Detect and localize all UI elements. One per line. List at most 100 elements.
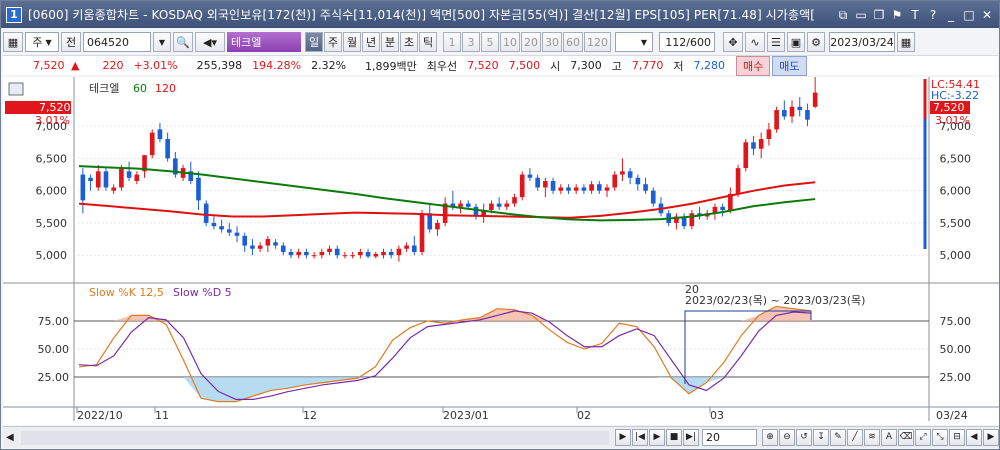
tab-period-month[interactable]: 월 bbox=[343, 32, 361, 52]
scroll-days-input[interactable]: 20 bbox=[701, 429, 757, 446]
chart-area[interactable]: 7,000 7,000 6,500 6,500 6,000 6,000 5,500 5,500… bbox=[3, 77, 999, 425]
custom-period-select[interactable]: ▼ bbox=[615, 32, 653, 52]
stock-name-badge: 테크엘 bbox=[227, 32, 301, 52]
stop-icon[interactable]: ■ bbox=[665, 429, 682, 446]
tab-period-year[interactable]: 년 bbox=[362, 32, 380, 52]
play-icon[interactable]: ▶ bbox=[648, 429, 665, 446]
stoch-tick-left: 75.00 bbox=[38, 315, 70, 328]
link-icon[interactable]: ⧉ bbox=[835, 7, 851, 23]
tab-period-minute[interactable]: 분 bbox=[381, 32, 399, 52]
draw-tool-icon[interactable]: ✎ bbox=[829, 429, 846, 446]
candle-body bbox=[103, 171, 109, 188]
count-value: 112/600 bbox=[665, 35, 711, 49]
candle-body bbox=[234, 232, 240, 236]
maximize-icon[interactable]: □ bbox=[961, 7, 977, 23]
tab-period-tick[interactable]: 틱 bbox=[419, 32, 437, 52]
close-icon[interactable]: ✕ bbox=[979, 7, 995, 23]
volume-icon[interactable]: ◀▾ bbox=[195, 32, 225, 52]
title-bar[interactable]: 1 [0600] 키움종합차트 - KOSDAQ 외국인보유[172(천)] 주… bbox=[1, 1, 999, 28]
minute-option-5[interactable]: 5 bbox=[481, 32, 499, 52]
crosshair-icon[interactable]: ✥ bbox=[723, 32, 743, 52]
text-tool-icon[interactable]: A bbox=[880, 429, 897, 446]
erase-icon[interactable]: ⌫ bbox=[897, 429, 914, 446]
scroll-left-end-icon[interactable]: ◀ bbox=[965, 429, 982, 446]
ask-price: 7,520 bbox=[467, 59, 499, 72]
text-icon[interactable]: T bbox=[907, 7, 923, 23]
zoom-in-icon[interactable]: ⊕ bbox=[761, 429, 778, 446]
candle-body bbox=[111, 187, 116, 191]
collapse-icon[interactable]: ⤡ bbox=[931, 429, 948, 446]
minimize-icon[interactable]: _ bbox=[943, 7, 959, 23]
reset-view-icon[interactable]: ↺ bbox=[795, 429, 812, 446]
calendar-icon[interactable]: ▦ bbox=[897, 32, 915, 52]
minimize-to-bar-icon[interactable]: ▭ bbox=[853, 7, 869, 23]
candle-body bbox=[165, 139, 170, 159]
x-axis-label: 2023/01 bbox=[443, 409, 489, 422]
scroll-right-icon[interactable]: ▶ bbox=[614, 429, 631, 446]
prev-button[interactable]: 전 bbox=[61, 32, 81, 52]
split-view-icon[interactable]: ⊟ bbox=[948, 429, 965, 446]
candle-body bbox=[489, 203, 494, 211]
candle-body bbox=[365, 251, 371, 257]
search-icon[interactable]: 🔍 bbox=[173, 32, 193, 52]
tab-period-second[interactable]: 초 bbox=[400, 32, 418, 52]
go-first-icon[interactable]: |◀ bbox=[631, 429, 648, 446]
sell-button[interactable]: 매도 bbox=[772, 55, 807, 76]
candle-body bbox=[566, 187, 571, 191]
code-dropdown-icon[interactable]: ▼ bbox=[153, 32, 171, 52]
fibonacci-icon[interactable]: ≋ bbox=[863, 429, 880, 446]
pin-icon[interactable]: ⚑ bbox=[889, 7, 905, 23]
minute-option-120[interactable]: 120 bbox=[584, 32, 611, 52]
candle-body bbox=[435, 222, 440, 230]
stoch-tick-right: 50.00 bbox=[940, 343, 972, 356]
candle-body bbox=[88, 177, 93, 181]
indicator-icon[interactable]: ∿ bbox=[745, 32, 765, 52]
list-icon[interactable]: ☰ bbox=[767, 32, 785, 52]
scroll-bar: ◀ ▶ |◀ ▶ ■ ▶| 20 ⊕ ⊖ ↺ ↧ ✎ ╱ ≋ A ⌫ ⤢ ⤡ ⊟… bbox=[3, 426, 999, 448]
legend-ma60: 60 bbox=[133, 82, 147, 95]
minute-option-1[interactable]: 1 bbox=[443, 32, 461, 52]
stock-code-input[interactable]: 064520 bbox=[83, 32, 151, 52]
candle-body bbox=[805, 110, 810, 120]
settings-icon[interactable]: ⚙ bbox=[807, 32, 825, 52]
minute-option-20[interactable]: 20 bbox=[521, 32, 541, 52]
minute-option-30[interactable]: 30 bbox=[542, 32, 562, 52]
count-input[interactable]: 112/600 bbox=[659, 32, 715, 52]
scroll-right-end-icon[interactable]: ▶ bbox=[982, 429, 999, 446]
quote-bar: 7,520 ▲ 220 +3.01% 255,398 194.28% 2.32%… bbox=[3, 55, 998, 76]
scroll-left-icon[interactable]: ◀ bbox=[3, 429, 17, 447]
buy-button[interactable]: 매수 bbox=[736, 55, 771, 76]
scroll-track[interactable] bbox=[20, 430, 609, 445]
candle-body bbox=[319, 251, 325, 256]
candle-body bbox=[597, 184, 602, 191]
current-price-value: 7,520 bbox=[33, 59, 65, 72]
minute-option-3[interactable]: 3 bbox=[462, 32, 480, 52]
tab-period-day[interactable]: 일 bbox=[305, 32, 323, 52]
price-tick-left: 6,000 bbox=[36, 185, 68, 198]
candle-body bbox=[265, 239, 271, 246]
minute-option-10[interactable]: 10 bbox=[500, 32, 520, 52]
cursor-icon[interactable]: ↧ bbox=[812, 429, 829, 446]
panel-menu-icon[interactable] bbox=[8, 82, 24, 96]
grid-icon[interactable]: ▦ bbox=[3, 32, 23, 52]
candle-body bbox=[327, 248, 332, 252]
line-tool-icon[interactable]: ╱ bbox=[846, 429, 863, 446]
left-price-pct: 3.01% bbox=[35, 114, 70, 127]
tab-period-week[interactable]: 주 bbox=[324, 32, 342, 52]
go-last-icon[interactable]: ▶| bbox=[682, 429, 699, 446]
candle-body bbox=[550, 181, 556, 191]
save-icon[interactable]: ▣ bbox=[787, 32, 805, 52]
expand-icon[interactable]: ⤢ bbox=[914, 429, 931, 446]
market-type-select[interactable]: 주 ▼ bbox=[25, 32, 59, 52]
candle-body bbox=[288, 251, 294, 256]
restore-icon[interactable]: ❐ bbox=[871, 7, 887, 23]
stoch-tick-right: 25.00 bbox=[940, 371, 972, 384]
help-icon[interactable]: ? bbox=[925, 7, 941, 23]
zoom-out-icon[interactable]: ⊖ bbox=[778, 429, 795, 446]
candle-body bbox=[157, 129, 163, 140]
candle-body bbox=[149, 132, 155, 156]
candle-body bbox=[650, 190, 656, 204]
date-input[interactable]: 2023/03/24 bbox=[829, 32, 895, 52]
chart-canvas[interactable]: 7,000 7,0006,500 6,5006,000 6,0005,500 5,500… bbox=[3, 77, 999, 425]
minute-option-60[interactable]: 60 bbox=[563, 32, 583, 52]
